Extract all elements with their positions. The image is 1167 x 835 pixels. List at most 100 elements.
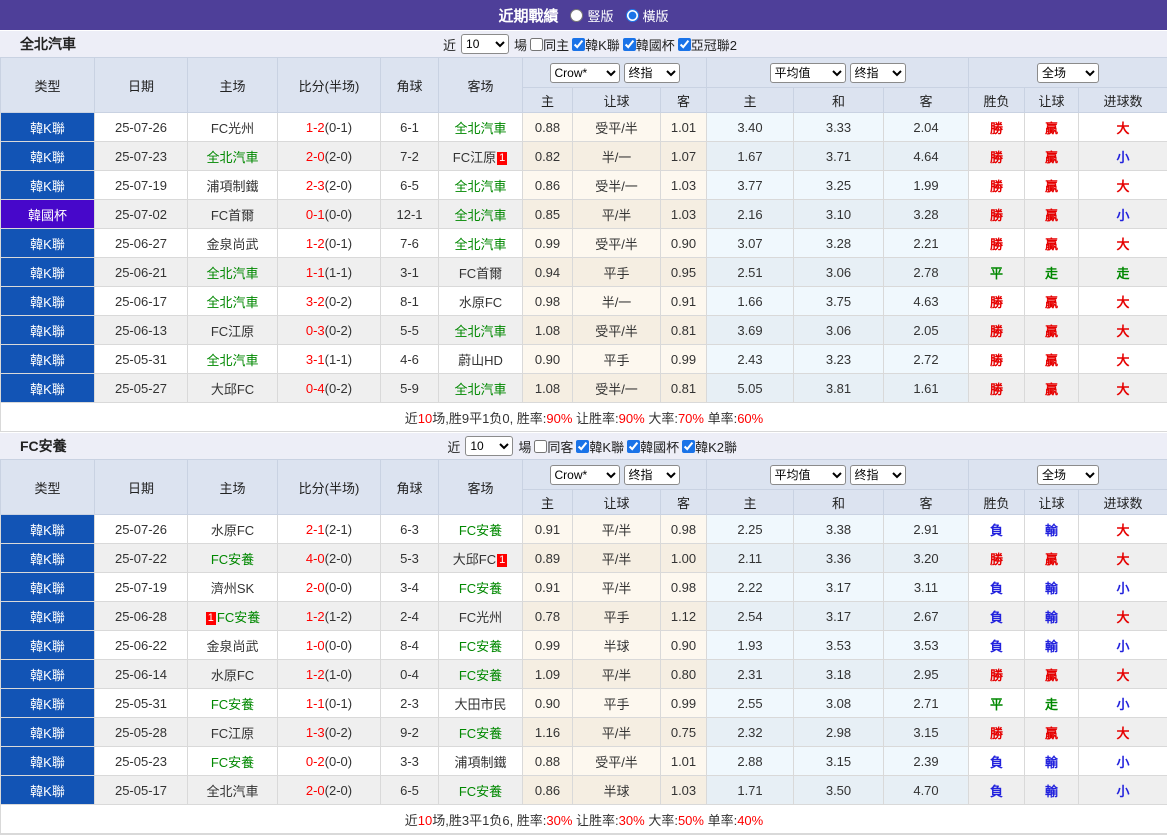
away-team-name: FC安養	[459, 784, 502, 799]
match-date-cell: 25-07-26	[95, 515, 188, 544]
euro-draw-odds: 3.08	[794, 689, 884, 718]
handicap-line: 受平/半	[573, 747, 661, 776]
result-wdl: 勝	[969, 316, 1025, 345]
league-filter-checkbox[interactable]	[623, 38, 636, 51]
away-team-cell: 蔚山HD	[439, 345, 523, 374]
result-wdl: 勝	[969, 287, 1025, 316]
halftime-score: (1-1)	[325, 265, 352, 280]
euro-away-odds: 2.72	[884, 345, 969, 374]
recent-count-select[interactable]: 10	[461, 34, 509, 54]
away-team-cell: FC安養	[439, 515, 523, 544]
summary-text: 60%	[737, 411, 763, 426]
handicap-home-odds: 0.99	[523, 229, 573, 258]
away-team-name: 水原FC	[459, 295, 502, 310]
euro-draw-odds: 3.53	[794, 631, 884, 660]
corner-cell: 9-2	[381, 718, 439, 747]
home-team-cell: 全北汽車	[188, 142, 278, 171]
result-handicap: 贏	[1025, 229, 1079, 258]
summary-text: 近	[405, 411, 418, 426]
column-header: 类型	[1, 460, 95, 515]
summary-text: 10	[418, 411, 432, 426]
euro-away-odds: 2.21	[884, 229, 969, 258]
match-type-cell: 韓K聯	[1, 229, 95, 258]
table-controls: 全北汽車近10場同主韓K聯韓國杯亞冠聯2	[0, 30, 1167, 57]
euro-home-odds: 2.88	[707, 747, 794, 776]
league-filter-checkbox[interactable]	[678, 38, 691, 51]
result-handicap: 輸	[1025, 776, 1079, 805]
halftime-score: (0-1)	[325, 120, 352, 135]
league-filter-checkbox[interactable]	[682, 440, 695, 453]
league-filter-checkbox[interactable]	[572, 38, 585, 51]
away-team-cell: 全北汽車	[439, 316, 523, 345]
home-team-name: 濟州SK	[211, 581, 254, 596]
away-team-cell: FC光州	[439, 602, 523, 631]
summary-text: 单率:	[704, 813, 737, 828]
scope-select[interactable]: 全场	[1037, 465, 1099, 485]
league-filter-option[interactable]: 韓國杯	[627, 437, 679, 456]
handicap-away-odds: 0.75	[661, 718, 707, 747]
same-venue-option[interactable]: 同客	[534, 437, 573, 456]
europe-final-select[interactable]: 终指	[850, 63, 906, 83]
europe-final-select[interactable]: 终指	[850, 465, 906, 485]
handicap-home-odds: 0.88	[523, 113, 573, 142]
result-wdl: 勝	[969, 113, 1025, 142]
corner-cell: 8-1	[381, 287, 439, 316]
league-filter-option[interactable]: 韓國杯	[623, 35, 675, 54]
bookmaker-select[interactable]: Crow*	[550, 465, 620, 485]
layout-horizontal-option[interactable]: 橫版	[626, 6, 669, 25]
average-select[interactable]: 平均值	[770, 63, 846, 83]
away-team-name: FC安養	[459, 726, 502, 741]
match-date-cell: 25-07-26	[95, 113, 188, 142]
layout-vertical-option[interactable]: 豎版	[570, 6, 613, 25]
result-handicap: 輸	[1025, 747, 1079, 776]
scope-select[interactable]: 全场	[1037, 63, 1099, 83]
fulltime-score: 3-1	[306, 352, 325, 367]
result-goals: 大	[1079, 316, 1167, 345]
handicap-line: 平手	[573, 345, 661, 374]
handicap-home-odds: 0.94	[523, 258, 573, 287]
league-filter-checkbox[interactable]	[627, 440, 640, 453]
away-team-name: FC安養	[459, 668, 502, 683]
handicap-final-select[interactable]: 终指	[624, 465, 680, 485]
match-row: 韓K聯25-05-27大邱FC0-4(0-2)5-9全北汽車1.08受半/一0.…	[1, 374, 1167, 403]
league-filter-option[interactable]: 韓K聯	[572, 35, 620, 54]
handicap-final-select[interactable]: 终指	[624, 63, 680, 83]
away-team-cell: 大田市民	[439, 689, 523, 718]
result-handicap: 走	[1025, 258, 1079, 287]
same-venue-checkbox[interactable]	[534, 440, 547, 453]
league-filter-option[interactable]: 韓K聯	[576, 437, 624, 456]
euro-home-odds: 3.77	[707, 171, 794, 200]
corner-cell: 0-4	[381, 660, 439, 689]
handicap-away-odds: 0.90	[661, 229, 707, 258]
same-venue-option[interactable]: 同主	[530, 35, 569, 54]
summary-text: 让胜率:	[572, 813, 618, 828]
result-goals: 大	[1079, 718, 1167, 747]
away-team-cell: 全北汽車	[439, 229, 523, 258]
team-name: FC安養	[20, 436, 447, 456]
corner-cell: 5-3	[381, 544, 439, 573]
same-venue-checkbox[interactable]	[530, 38, 543, 51]
home-team-name: 全北汽車	[206, 295, 258, 310]
summary-text: 70%	[678, 411, 704, 426]
halftime-score: (1-2)	[325, 609, 352, 624]
result-goals: 大	[1079, 374, 1167, 403]
average-select[interactable]: 平均值	[770, 465, 846, 485]
handicap-home-odds: 0.98	[523, 287, 573, 316]
sub-column-header: 主	[707, 88, 794, 113]
home-team-name: FC安養	[211, 755, 254, 770]
bookmaker-select[interactable]: Crow*	[550, 63, 620, 83]
league-filter-checkbox[interactable]	[576, 440, 589, 453]
horizontal-radio[interactable]	[626, 9, 639, 22]
scope-select-header: 全场	[969, 58, 1167, 88]
handicap-line: 平手	[573, 602, 661, 631]
away-team-name: 全北汽車	[454, 382, 506, 397]
euro-home-odds: 1.71	[707, 776, 794, 805]
recent-count-select[interactable]: 10	[465, 436, 513, 456]
fulltime-score: 1-1	[306, 265, 325, 280]
vertical-radio[interactable]	[570, 9, 583, 22]
match-type-cell: 韓K聯	[1, 776, 95, 805]
column-header: 客场	[439, 460, 523, 515]
home-team-cell: FC江原	[188, 718, 278, 747]
league-filter-option[interactable]: 韓K2聯	[682, 437, 737, 456]
league-filter-option[interactable]: 亞冠聯2	[678, 35, 737, 54]
